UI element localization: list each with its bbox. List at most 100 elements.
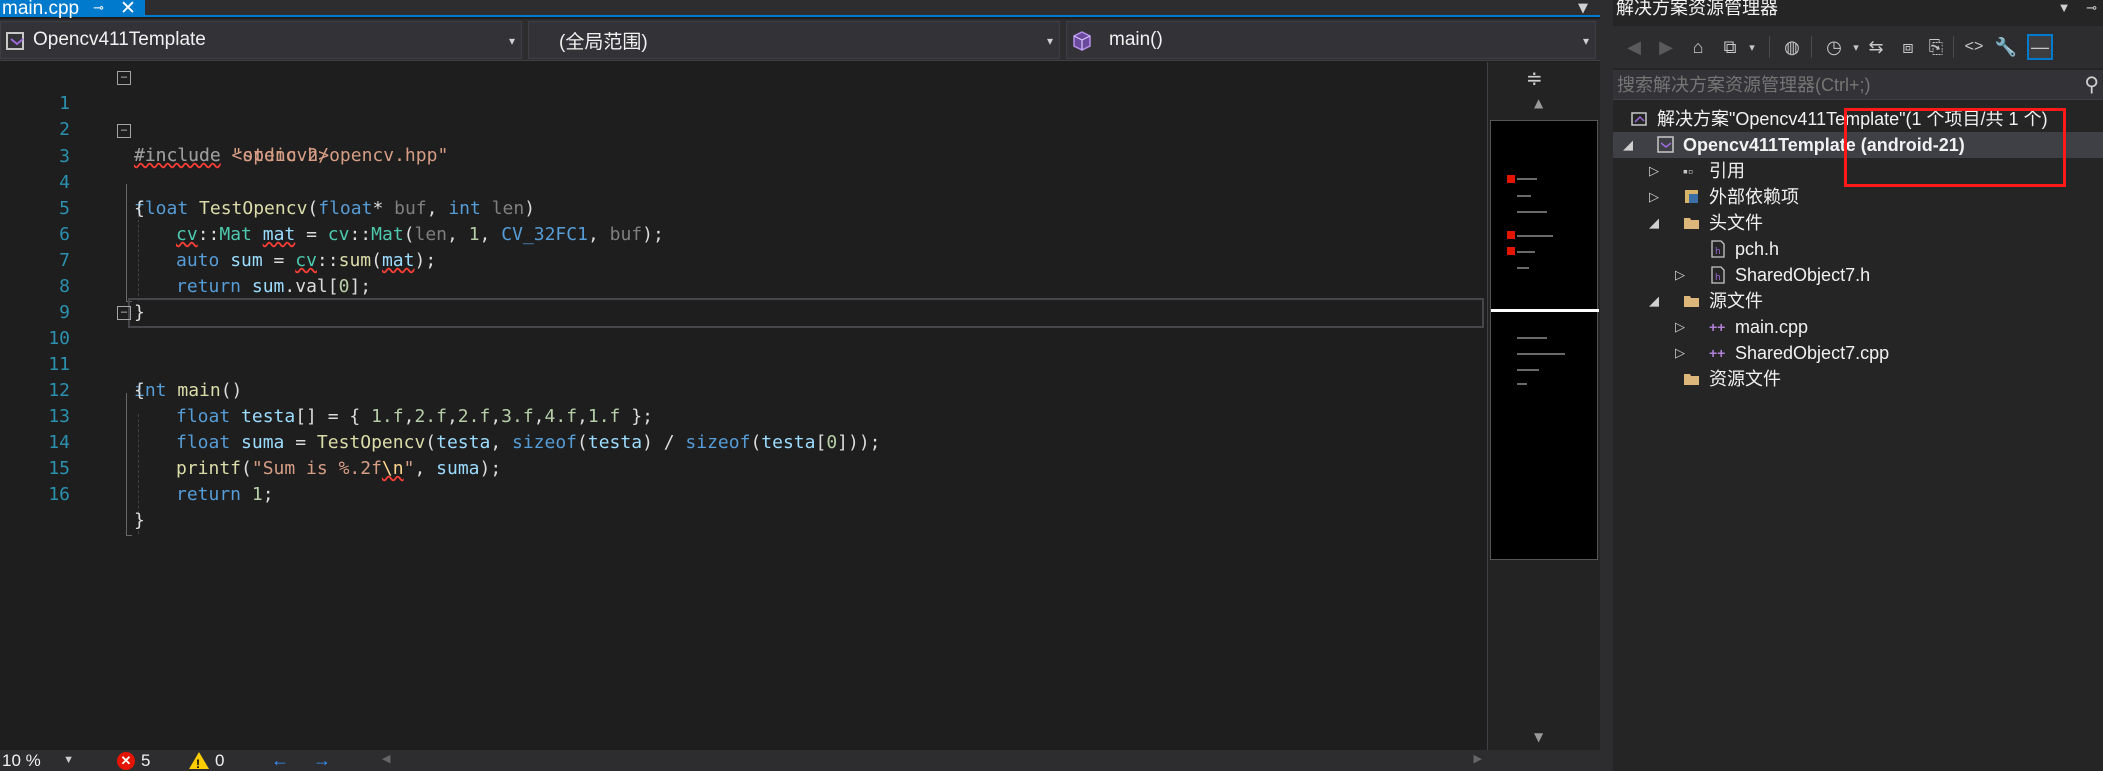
collapse-all-icon[interactable]: ⧈: [1895, 34, 1921, 60]
collapse-icon[interactable]: −: [117, 124, 131, 138]
solution-search-box[interactable]: ⚲: [1613, 70, 2103, 100]
scroll-up-arrow-icon[interactable]: ▲: [1534, 96, 1543, 110]
minimap-line: [1517, 369, 1539, 371]
panel-menu-icon[interactable]: ▼: [2058, 0, 2071, 15]
code-editor: main.cpp ⊸ ✕ ▼ Opencv411Template ▾ (全局范围…: [0, 0, 1600, 771]
minimap-line: [1517, 267, 1529, 269]
error-count-indicator[interactable]: ✕ 5: [117, 750, 150, 771]
tree-item-label: SharedObject7.cpp: [1735, 343, 1890, 363]
zoom-dropdown[interactable]: 10 % ▼: [2, 750, 74, 771]
forward-arrow-icon[interactable]: ▶: [1653, 34, 1679, 60]
preview-selected-icon[interactable]: —: [2027, 34, 2053, 60]
panel-title-buttons: ▼ ⊸: [2058, 0, 2097, 16]
code-line: 11 {: [0, 326, 1487, 401]
pin-icon[interactable]: ⊸: [93, 1, 104, 16]
close-icon[interactable]: ✕: [120, 0, 136, 18]
tree-item-sharedobject-h[interactable]: ▷ h SharedObject7.h: [1613, 262, 2103, 288]
tree-item-external-deps[interactable]: ▷ 外部依赖项: [1613, 184, 2103, 210]
tab-overflow-dropdown-icon[interactable]: ▼: [1578, 1, 1588, 16]
function-cube-icon: [1073, 31, 1091, 51]
annotation-highlight-box: [1844, 108, 2066, 187]
collapsed-arrow-icon[interactable]: ▷: [1673, 340, 1687, 366]
horizontal-scrollbar[interactable]: ◀ ▶: [382, 752, 1482, 767]
project-icon: [6, 32, 24, 50]
navigation-bar: Opencv411Template ▾ (全局范围) ▾ main() ▾: [0, 19, 1600, 61]
collapse-icon[interactable]: −: [117, 71, 131, 85]
collapsed-arrow-icon[interactable]: ▷: [1647, 158, 1661, 184]
tree-item-sharedobject-cpp[interactable]: ▷ ++ SharedObject7.cpp: [1613, 340, 2103, 366]
tree-item-source-files[interactable]: ◢ 源文件: [1613, 288, 2103, 314]
minimap-position-indicator[interactable]: [1491, 309, 1599, 312]
tree-item-header-files[interactable]: ◢ 头文件: [1613, 210, 2103, 236]
pane-splitter[interactable]: [1600, 0, 1613, 771]
svg-text:h: h: [1715, 247, 1721, 257]
pin-icon[interactable]: ⊸: [2086, 0, 2097, 15]
expanded-arrow-icon[interactable]: ◢: [1647, 288, 1661, 314]
code-line: 8 }: [0, 248, 1487, 323]
project-icon: [1657, 136, 1674, 153]
home-icon[interactable]: ⌂: [1685, 34, 1711, 60]
tab-main-cpp[interactable]: main.cpp ⊸ ✕: [0, 0, 145, 19]
minimap-error-marker: [1507, 247, 1515, 255]
warning-count-indicator[interactable]: ! 0: [189, 750, 224, 771]
search-input[interactable]: [1617, 72, 2057, 98]
navigate-back-arrow-icon[interactable]: ←: [271, 750, 289, 771]
tree-item-label: 外部依赖项: [1709, 187, 1799, 207]
solution-explorer-toolbar: ◀ ▶ ⌂ ⧉ ▾ ◍ ◷ ▾ ⇆ ⧈ ⎘ <> 🔧 —: [1613, 26, 2103, 68]
collapsed-arrow-icon[interactable]: ▷: [1647, 184, 1661, 210]
warning-count: 0: [215, 751, 225, 770]
error-count: 5: [141, 751, 151, 770]
view-code-icon[interactable]: <>: [1961, 34, 1987, 60]
code-line: 9: [0, 274, 1487, 323]
code-line: 5 cv::Mat mat = cv::Mat(len, 1, CV_32FC1…: [0, 170, 1487, 245]
search-icon[interactable]: ⚲: [2084, 72, 2099, 97]
collapse-icon[interactable]: −: [117, 306, 131, 320]
minimap-line: [1517, 353, 1565, 355]
function-dropdown[interactable]: main() ▾: [1066, 21, 1596, 59]
globe-icon[interactable]: ◍: [1779, 34, 1805, 60]
code-line: 15 return 1;: [0, 430, 1487, 505]
sync-icon[interactable]: ⇆: [1863, 34, 1889, 60]
scroll-down-arrow-icon[interactable]: ▼: [1534, 730, 1543, 744]
toolbar-separator: [1811, 36, 1812, 58]
cpp-file-icon: ++: [1709, 345, 1726, 361]
scope-dropdown[interactable]: (全局范围) ▾: [528, 21, 1060, 59]
panel-title: 解决方案资源管理器: [1616, 0, 1778, 18]
project-dropdown[interactable]: Opencv411Template ▾: [0, 21, 522, 59]
navigate-forward-arrow-icon[interactable]: →: [313, 750, 331, 771]
tree-item-pch-h[interactable]: h pch.h: [1613, 236, 2103, 262]
expanded-arrow-icon[interactable]: ◢: [1621, 132, 1635, 158]
tree-item-label: 头文件: [1709, 213, 1763, 233]
expanded-arrow-icon[interactable]: ◢: [1647, 210, 1661, 236]
chevron-down-icon[interactable]: ▾: [1739, 34, 1765, 60]
svg-text:h: h: [1715, 273, 1721, 283]
code-line: 1 − #include "opencv2/opencv.hpp": [0, 65, 1487, 166]
chevron-down-icon: ▾: [508, 34, 515, 48]
show-all-files-icon[interactable]: ⎘: [1923, 34, 1949, 60]
properties-wrench-icon[interactable]: 🔧: [1993, 34, 2019, 60]
code-line: 13 float suma = TestOpencv(testa, sizeof…: [0, 378, 1487, 453]
collapsed-arrow-icon[interactable]: ▷: [1673, 314, 1687, 340]
document-tab-strip: main.cpp ⊸ ✕ ▼: [0, 0, 1600, 19]
back-arrow-icon[interactable]: ◀: [1621, 34, 1647, 60]
scroll-left-arrow-icon[interactable]: ◀: [382, 752, 390, 765]
function-dropdown-label: main(): [1109, 29, 1163, 50]
code-line: 10 − int main(): [0, 300, 1487, 401]
minimap-scrollbar[interactable]: ≑ ▲ ▼: [1487, 62, 1600, 750]
minimap-viewport[interactable]: [1490, 120, 1599, 560]
code-line: 7 return sum.val[0];: [0, 222, 1487, 297]
cpp-file-icon: ++: [1709, 319, 1726, 335]
split-window-icon[interactable]: ≑: [1526, 66, 1543, 90]
collapsed-arrow-icon[interactable]: ▷: [1673, 262, 1687, 288]
project-dropdown-label: Opencv411Template: [33, 29, 206, 50]
minimap-line: [1517, 251, 1535, 253]
code-line: 6 auto sum = cv::sum(mat);: [0, 196, 1487, 271]
code-text-area[interactable]: 1 − #include "opencv2/opencv.hpp" 2 #inc…: [0, 62, 1487, 750]
chevron-down-icon: ▼: [63, 754, 74, 766]
tree-item-main-cpp[interactable]: ▷ ++ main.cpp: [1613, 314, 2103, 340]
error-icon: ✕: [117, 751, 135, 770]
minimap-line: [1517, 178, 1537, 180]
scroll-right-arrow-icon[interactable]: ▶: [1474, 752, 1482, 765]
tree-item-label: 源文件: [1709, 291, 1763, 311]
tree-item-resource-files[interactable]: 资源文件: [1613, 366, 2103, 392]
